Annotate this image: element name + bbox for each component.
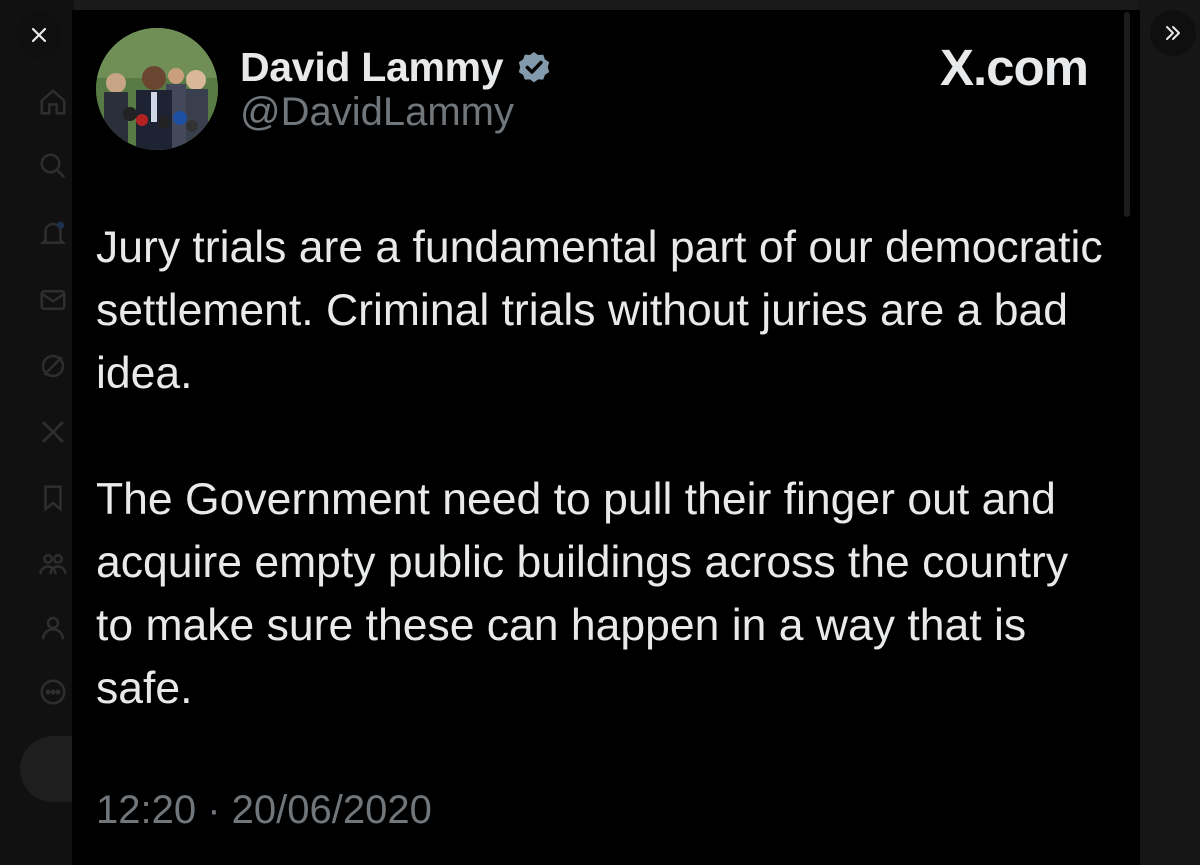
tweet-paragraph: The Government need to pull their finger… bbox=[96, 475, 1069, 713]
tweet-timestamp[interactable]: 12:20 · 20/06/2020 bbox=[96, 788, 432, 833]
author-handle[interactable]: @DavidLammy bbox=[240, 90, 514, 135]
scrollbar[interactable] bbox=[1124, 12, 1130, 217]
x-brand-logo: X.com bbox=[939, 39, 1089, 96]
next-button[interactable] bbox=[1150, 10, 1196, 56]
right-panel bbox=[1138, 0, 1200, 865]
tweet-viewer: David Lammy @DavidLammy X.com Jury trial… bbox=[0, 0, 1200, 865]
tweet-paragraph: Jury trials are a fundamental part of ou… bbox=[96, 223, 1103, 398]
messages-icon[interactable] bbox=[37, 284, 69, 316]
verified-badge-icon bbox=[519, 51, 550, 83]
author-row: David Lammy bbox=[240, 42, 553, 92]
communities-icon[interactable] bbox=[37, 548, 69, 580]
grok-icon[interactable] bbox=[37, 350, 69, 382]
double-chevron-right-icon bbox=[1166, 26, 1180, 40]
more-icon[interactable] bbox=[37, 676, 69, 708]
close-icon bbox=[31, 27, 47, 43]
author-name[interactable]: David Lammy bbox=[240, 44, 504, 91]
notifications-icon[interactable] bbox=[37, 218, 69, 250]
home-icon[interactable] bbox=[37, 86, 69, 118]
tweet-text: Jury trials are a fundamental part of ou… bbox=[96, 216, 1116, 720]
search-icon[interactable] bbox=[37, 150, 69, 182]
avatar[interactable] bbox=[96, 28, 218, 150]
bookmark-icon[interactable] bbox=[37, 482, 69, 514]
close-button[interactable] bbox=[16, 12, 62, 58]
x-icon[interactable] bbox=[37, 416, 69, 448]
profile-icon[interactable] bbox=[37, 612, 69, 644]
